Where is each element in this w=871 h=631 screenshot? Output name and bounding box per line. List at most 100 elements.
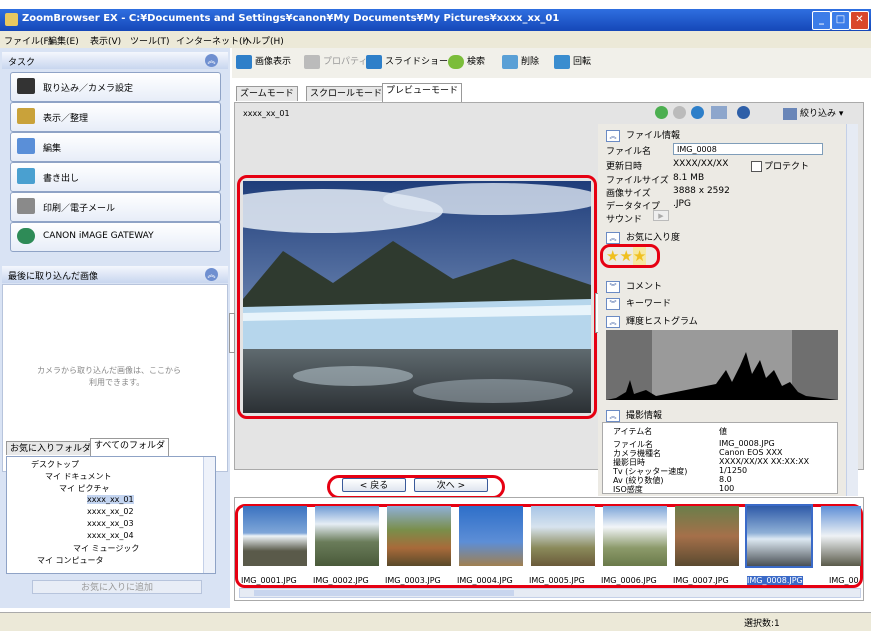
collapse-up-icon[interactable]: ︽	[606, 129, 620, 142]
thumbnail-label: IMG_00	[829, 576, 859, 585]
tree-item-desktop[interactable]: デスクトップ	[31, 459, 79, 470]
thumbnail-label: IMG_0003.JPG	[385, 576, 441, 585]
next-button[interactable]: 次へ >	[414, 478, 488, 492]
tab-scroll-mode[interactable]: スクロールモード	[306, 86, 387, 101]
view-organize-button[interactable]: 表示／整理	[10, 102, 221, 132]
sound-label: サウンド	[606, 215, 643, 225]
image-size-label: 画像サイズ	[606, 189, 651, 199]
table-row-value: IMG_0008.JPG	[719, 439, 775, 448]
expand-icon[interactable]: ︾	[606, 297, 620, 310]
thumbnail-2[interactable]	[315, 506, 379, 566]
main-preview-image	[243, 181, 591, 413]
thumbnail-1[interactable]	[243, 506, 307, 566]
collapse-up-icon[interactable]: ︽	[606, 409, 620, 422]
tree-item-folder-04[interactable]: xxxx_xx_04	[87, 531, 134, 540]
rotate-button[interactable]: 回転	[554, 54, 591, 72]
thumbnail-9[interactable]	[821, 506, 861, 566]
view-image-button[interactable]: 画像表示	[236, 54, 291, 72]
forward-arrow-icon[interactable]	[673, 106, 686, 119]
image-gateway-button[interactable]: CANON iMAGE GATEWAY	[10, 222, 221, 252]
tab-all-folders[interactable]: すべてのフォルダ	[90, 438, 170, 456]
checkbox-icon	[751, 161, 762, 172]
menu-view[interactable]: 表示(V)	[90, 34, 121, 47]
menu-file[interactable]: ファイル(F)	[4, 34, 52, 47]
print-email-button[interactable]: 印刷／電子メール	[10, 192, 221, 222]
menu-help[interactable]: ヘルプ(H)	[243, 34, 284, 47]
file-name-field[interactable]: IMG_0008	[673, 143, 823, 155]
properties-icon	[304, 54, 320, 69]
thumbnail-label-selected: IMG_0008.JPG	[747, 576, 803, 585]
toolbar: 画像表示 プロパティ スライドショー 検索 削除 回転	[232, 48, 871, 78]
thumbnail-7[interactable]	[675, 506, 739, 566]
back-arrow-icon[interactable]	[655, 106, 668, 119]
tree-item-folder-02[interactable]: xxxx_xx_02	[87, 507, 134, 516]
col-item-header: アイテム名	[613, 427, 653, 436]
path-label: xxxx_xx_01	[243, 109, 290, 118]
expand-icon[interactable]: ︾	[606, 280, 620, 293]
tree-item-folder-01[interactable]: xxxx_xx_01	[87, 495, 134, 504]
folder-pane: お気に入りフォルダ すべてのフォルダ デスクトップ マイ ドキュメント マイ ピ…	[2, 438, 228, 603]
tree-item-my-computer[interactable]: マイ コンピュータ	[37, 555, 104, 566]
collapse-up-icon[interactable]: ︽	[606, 231, 620, 244]
collapse-icon[interactable]: ︽	[205, 54, 218, 67]
menu-tools[interactable]: ツール(T)	[130, 34, 170, 47]
info-panel: ︽ ファイル情報 ファイル名 IMG_0008 更新日時 XXXX/XX/XX プ…	[598, 124, 858, 496]
collapse-up-icon[interactable]: ︽	[606, 315, 620, 328]
horizontal-scrollbar[interactable]	[239, 588, 861, 598]
view-mode-tabs: ズームモード スクロールモード プレビューモード	[234, 80, 864, 102]
rating-stars[interactable]: ★★★	[606, 247, 647, 265]
add-favorite-button[interactable]: お気に入りに追加	[32, 580, 202, 594]
close-button[interactable]: ✕	[850, 11, 869, 30]
info-icon[interactable]	[737, 106, 750, 119]
protect-checkbox[interactable]: プロテクト	[751, 159, 809, 172]
trash-icon	[502, 54, 518, 69]
minimize-button[interactable]: _	[812, 11, 831, 30]
scroll-thumb[interactable]	[254, 590, 514, 596]
tree-item-my-documents[interactable]: マイ ドキュメント	[45, 471, 112, 482]
luminance-histogram	[606, 330, 838, 400]
import-camera-button[interactable]: 取り込み／カメラ設定	[10, 72, 221, 102]
properties-button[interactable]: プロパティ	[304, 54, 367, 72]
info-scrollbar[interactable]	[846, 124, 858, 496]
thumbnail-8[interactable]	[745, 504, 813, 568]
task-pane-header: タスク ︽	[2, 52, 228, 69]
thumbnail-4[interactable]	[459, 506, 523, 566]
collapse-icon[interactable]: ︽	[205, 268, 218, 281]
rotate-icon	[554, 54, 570, 69]
menu-edit[interactable]: 編集(E)	[48, 34, 79, 47]
menu-internet[interactable]: インターネット(I)	[176, 34, 249, 47]
thumbnail-label: IMG_0006.JPG	[601, 576, 657, 585]
filter-button[interactable]: 絞り込み ▾	[783, 106, 843, 120]
star-icon[interactable]: ★	[606, 247, 619, 265]
tab-zoom-mode[interactable]: ズームモード	[236, 86, 298, 101]
keyword-header: ︾ キーワード	[606, 296, 671, 310]
thumbnail-3[interactable]	[387, 506, 451, 566]
delete-button[interactable]: 削除	[502, 54, 539, 72]
back-button[interactable]: < 戻る	[342, 478, 406, 492]
tab-preview-mode[interactable]: プレビューモード	[382, 83, 463, 102]
thumbnail-strip: IMG_0001.JPG IMG_0002.JPG IMG_0003.JPG I…	[234, 497, 864, 601]
tree-scrollbar[interactable]	[203, 457, 215, 573]
export-button[interactable]: 書き出し	[10, 162, 221, 192]
file-size-label: ファイルサイズ	[606, 176, 669, 186]
histogram-header: ︽ 輝度ヒストグラム	[606, 314, 698, 328]
star-icon[interactable]: ★	[632, 247, 647, 265]
view-options-icon[interactable]	[711, 106, 727, 119]
tree-item-my-pictures[interactable]: マイ ピクチャ	[59, 483, 109, 494]
maximize-button[interactable]: □	[831, 11, 850, 30]
tree-item-my-music[interactable]: マイ ミュージック	[73, 543, 139, 554]
sound-play-button[interactable]: ▶	[653, 210, 669, 221]
search-button[interactable]: 検索	[448, 54, 485, 72]
star-icon[interactable]: ★	[619, 247, 632, 265]
tree-item-folder-03[interactable]: xxxx_xx_03	[87, 519, 134, 528]
preview-collapse-handle[interactable]	[229, 313, 235, 353]
slideshow-button[interactable]: スライドショー	[366, 54, 448, 72]
table-row-value: Canon EOS XXX	[719, 448, 783, 457]
thumbnail-6[interactable]	[603, 506, 667, 566]
edit-button[interactable]: 編集	[10, 132, 221, 162]
thumbnail-label: IMG_0005.JPG	[529, 576, 585, 585]
up-arrow-icon[interactable]	[691, 106, 704, 119]
tab-favorite-folders[interactable]: お気に入りフォルダ	[6, 441, 96, 455]
shooting-info-table: アイテム名 値 ファイル名 IMG_0008.JPG カメラ機種名 Canon …	[602, 422, 838, 494]
thumbnail-5[interactable]	[531, 506, 595, 566]
